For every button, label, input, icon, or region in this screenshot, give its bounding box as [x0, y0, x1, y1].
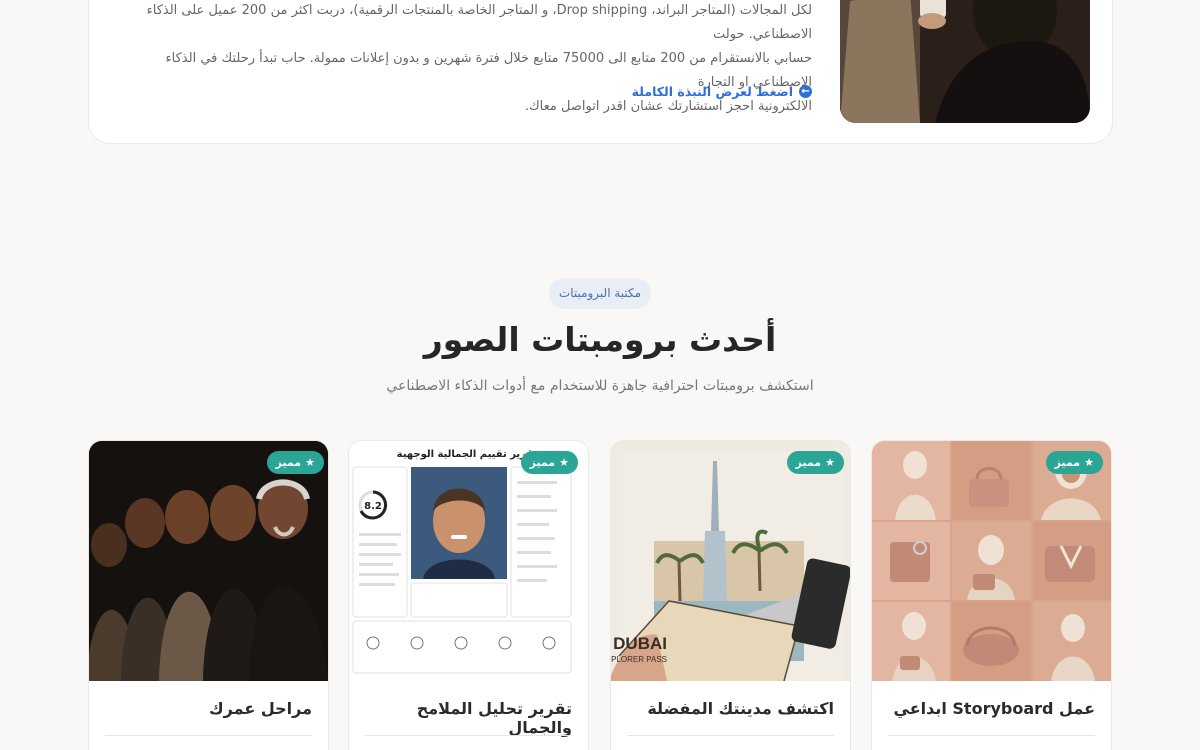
- card-title: عمل Storyboard ابداعي: [893, 699, 1096, 718]
- card-divider: [888, 735, 1095, 736]
- star-icon: ★: [559, 456, 569, 469]
- ages-illustration: [89, 441, 328, 681]
- prompt-card-ages[interactable]: ★ مميز مراحل عمرك: [88, 440, 329, 750]
- show-full-bio-link[interactable]: ← اضغط لعرض النبذة الكاملة: [632, 84, 812, 99]
- storyboard-frame: [952, 521, 1031, 601]
- card-image-city: DUBAI EXPLORER PASS ★ مميز: [611, 441, 850, 681]
- report-score: 8.2: [364, 501, 382, 512]
- prompt-card-report[interactable]: تقرير تقييم الجمالية الوجهية 8.2 ★ مميز …: [348, 440, 589, 750]
- card-divider: [105, 735, 312, 736]
- featured-badge: ★ مميز: [786, 451, 844, 474]
- card-title: تقرير تحليل الملامح والجمال: [416, 699, 572, 737]
- city-ticket-title: DUBAI: [613, 634, 667, 653]
- featured-badge: ★ مميز: [266, 451, 324, 474]
- star-icon: ★: [305, 456, 315, 469]
- bio-text: لكل المجالات (المتاجر البراند، Drop ship…: [112, 0, 812, 119]
- show-full-bio-label: اضغط لعرض النبذة الكاملة: [631, 84, 793, 99]
- storyboard-frame: [952, 602, 1031, 681]
- featured-badge: ★ مميز: [520, 451, 578, 474]
- report-heading: تقرير تقييم الجمالية الوجهية: [397, 449, 538, 460]
- featured-badge-label: مميز: [275, 456, 302, 469]
- storyboard-frame: [952, 441, 1031, 520]
- bio-card: لكل المجالات (المتاجر البراند، Drop ship…: [88, 0, 1113, 144]
- section-title: أحدث برومبتات الصور: [423, 320, 777, 359]
- page: لكل المجالات (المتاجر البراند، Drop ship…: [0, 0, 1200, 750]
- bio-photo-illustration: [840, 0, 1090, 123]
- arrow-left-icon: ←: [799, 85, 812, 98]
- star-icon: ★: [1084, 456, 1094, 469]
- city-illustration: DUBAI EXPLORER PASS: [611, 453, 850, 681]
- section-pill: مكتبة البرومبتات: [549, 278, 651, 309]
- prompt-card-city[interactable]: DUBAI EXPLORER PASS ★ مميز اكتشف مدينتك …: [610, 440, 851, 750]
- featured-badge-label: مميز: [795, 456, 822, 469]
- featured-badge-label: مميز: [1054, 456, 1081, 469]
- storyboard-frame: [872, 441, 951, 520]
- star-icon: ★: [825, 456, 835, 469]
- card-title: مراحل عمرك: [209, 699, 312, 718]
- card-divider: [627, 735, 834, 736]
- prompt-card-storyboard[interactable]: ★ مميز عمل Storyboard ابداعي: [871, 440, 1112, 750]
- card-image-storyboard: ★ مميز: [872, 441, 1111, 681]
- featured-badge: ★ مميز: [1045, 451, 1103, 474]
- storyboard-frame: [872, 602, 951, 681]
- card-image-report: تقرير تقييم الجمالية الوجهية 8.2 ★ مميز: [349, 441, 588, 681]
- storyboard-frame: [1032, 602, 1111, 681]
- report-illustration: تقرير تقييم الجمالية الوجهية 8.2: [349, 441, 588, 681]
- storyboard-frame: [1032, 521, 1111, 601]
- card-title: اكتشف مدينتك المفضلة: [647, 699, 834, 718]
- city-ticket-sub: EXPLORER PASS: [611, 655, 667, 664]
- card-image-ages: ★ مميز: [89, 441, 328, 681]
- card-divider: [365, 735, 572, 736]
- bio-photo: [840, 0, 1090, 123]
- featured-badge-label: مميز: [529, 456, 556, 469]
- section-subtitle: استكشف برومبتات احترافية جاهزة للاستخدام…: [386, 378, 814, 394]
- storyboard-frame: [872, 521, 951, 601]
- bio-line-1: لكل المجالات (المتاجر البراند، Drop ship…: [146, 3, 812, 42]
